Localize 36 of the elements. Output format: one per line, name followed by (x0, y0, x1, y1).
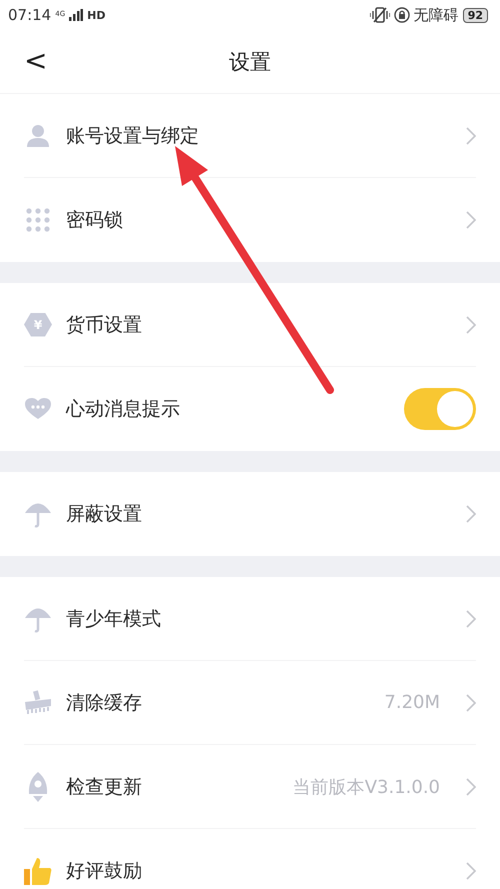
clock-time: 07:14 (8, 6, 52, 24)
setting-label[interactable]: 屏蔽设置 (66, 501, 452, 527)
setting-label[interactable]: 清除缓存 (66, 690, 370, 716)
setting-label[interactable]: 好评鼓励 (66, 858, 452, 884)
chevron-right-icon (466, 211, 476, 229)
thumbs-up-icon (24, 857, 52, 885)
chevron-right-icon (466, 505, 476, 523)
setting-label[interactable]: 心动消息提示 (66, 396, 390, 422)
chevron-right-icon (466, 778, 476, 796)
setting-label[interactable]: 青少年模式 (66, 606, 452, 632)
chevron-right-icon (466, 694, 476, 712)
battery-level: 92 (462, 8, 488, 22)
heart-chat-icon (25, 398, 51, 420)
chevron-right-icon (466, 316, 476, 334)
back-button[interactable]: < (18, 44, 54, 77)
page-title: 设置 (229, 48, 271, 76)
setting-label[interactable]: 货币设置 (66, 312, 452, 338)
chevron-right-icon (466, 610, 476, 628)
dot-pattern-icon (26, 208, 50, 232)
setting-value: 7.20M (384, 692, 440, 713)
rotation-lock-icon (394, 7, 410, 23)
person-icon (26, 124, 50, 148)
accessibility-label: 无障碍 (414, 6, 459, 24)
toggle-switch[interactable] (404, 388, 476, 430)
vibrate-icon (370, 7, 390, 23)
rocket-icon (26, 772, 50, 802)
brush-icon (24, 690, 52, 716)
chevron-right-icon (466, 126, 476, 144)
setting-label[interactable]: 账号设置与绑定 (66, 122, 452, 148)
setting-label[interactable]: 密码锁 (66, 207, 452, 233)
chevron-right-icon (466, 862, 476, 880)
setting-label[interactable]: 检查更新 (66, 774, 279, 800)
currency-icon: ¥ (24, 312, 52, 336)
hd-indicator: HD (87, 8, 106, 22)
signal-icon (69, 9, 84, 21)
setting-value: 当前版本V3.1.0.0 (292, 776, 440, 798)
